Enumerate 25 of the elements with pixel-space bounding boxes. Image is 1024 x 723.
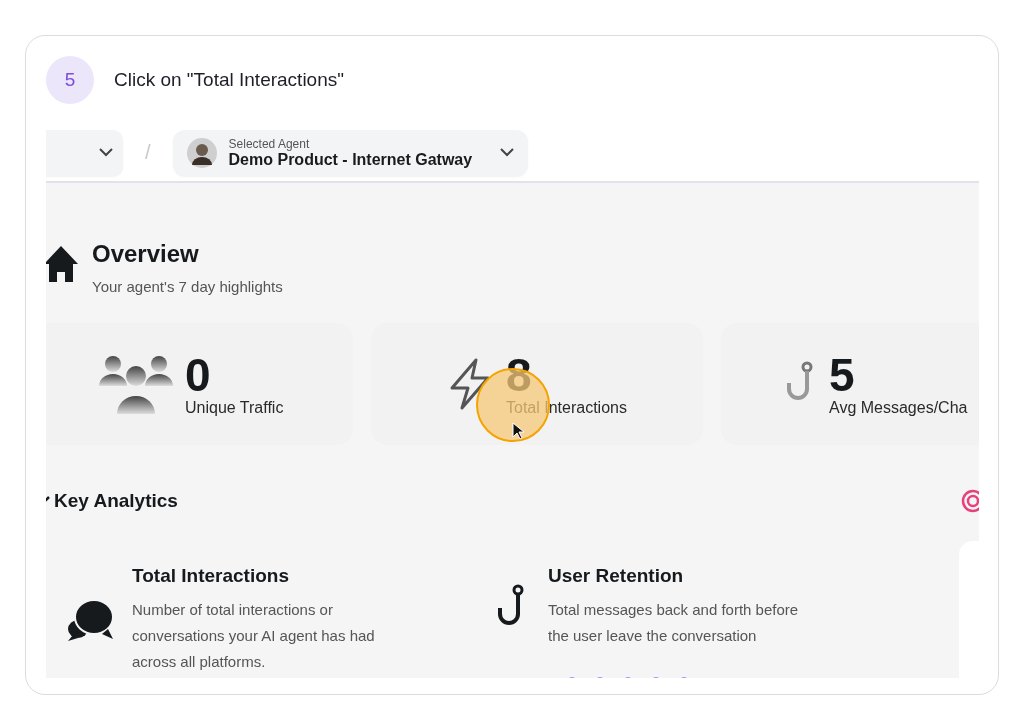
agent-name: Demo Product - Internet Gatway [228,150,474,169]
overview-subtitle: Your agent's 7 day highlights [92,278,283,295]
chevron-down-icon [99,148,113,157]
analytics-description: Number of total interactions or conversations your AI agent has had across all platforms. [132,600,376,672]
cursor-icon [512,422,524,440]
stat-value: 0 [185,350,212,400]
analytics-description: Total messages back and forth before the user leave the conversation [548,600,800,646]
step-number: 5 [46,56,94,104]
home-icon [46,244,78,284]
stat-label: Unique Traffic [185,399,284,418]
key-analytics-title: Key Analytics [54,490,178,512]
analytics-title: User Retention [548,565,685,587]
people-icon [99,354,173,414]
dropdown[interactable] [46,129,123,176]
agent-selector[interactable]: Selected Agent Demo Product - Internet Gatway [172,129,528,176]
chevron-down-icon [499,148,514,157]
stat-label: Avg Messages/Cha [829,399,968,418]
overview-title: Overview [92,240,200,268]
agent-label: Selected Agent [228,136,311,151]
target-icon [961,489,979,513]
breadcrumb-separator: / [145,141,151,164]
analytics-title: Total Interactions [132,565,290,587]
avatar-icon [186,137,217,168]
stat-value: 5 [829,350,856,400]
step-instruction: Click on "Total Interactions" [114,69,344,91]
